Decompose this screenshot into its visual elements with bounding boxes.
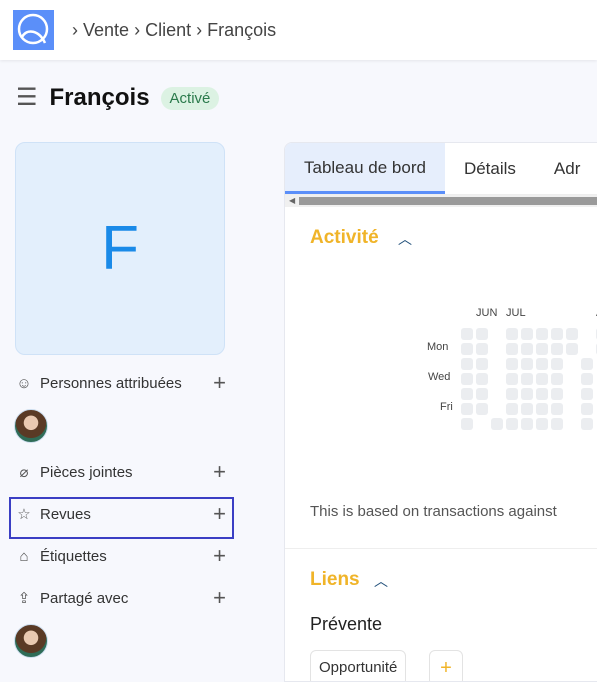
heatmap-cell[interactable] <box>581 403 593 415</box>
heatmap-cell[interactable] <box>521 373 533 385</box>
heatmap-cell[interactable] <box>476 358 488 370</box>
heatmap-cell[interactable] <box>551 388 563 400</box>
shared-user-avatar[interactable] <box>14 624 48 658</box>
heatmap-cell[interactable] <box>506 358 518 370</box>
heatmap-cell[interactable] <box>536 343 548 355</box>
tab-scrollbar[interactable]: ◀ <box>285 195 597 207</box>
tag-icon: ⌂ <box>19 547 29 565</box>
heatmap-cell[interactable] <box>521 418 533 430</box>
sidebar-shared: ⇪ Partagé avec + <box>14 585 226 611</box>
tab-bar: Tableau de bord Détails Adr <box>285 143 597 195</box>
heatmap-cell[interactable] <box>476 388 488 400</box>
heatmap-cell[interactable] <box>581 358 593 370</box>
heatmap-cell[interactable] <box>461 343 473 355</box>
day-label: Fri <box>440 401 453 413</box>
scrollbar-thumb[interactable] <box>299 197 597 205</box>
page-title: François <box>49 84 150 111</box>
day-label: Mon <box>427 341 449 353</box>
heatmap-cell[interactable] <box>536 418 548 430</box>
hamburger-menu-icon[interactable]: ☰ <box>16 84 38 112</box>
scroll-left-icon[interactable]: ◀ <box>289 195 295 207</box>
presale-heading: Prévente <box>310 614 383 634</box>
sidebar-assigned: ☺ Personnes attribuées + <box>14 370 226 396</box>
heatmap-cell[interactable] <box>491 418 503 430</box>
main-panel: Tableau de bord Détails Adr ◀ Activité ︿… <box>284 142 597 682</box>
heatmap-cell[interactable] <box>506 343 518 355</box>
tab-details[interactable]: Détails <box>445 143 535 194</box>
heatmap-cell[interactable] <box>506 388 518 400</box>
divider <box>285 548 597 549</box>
heatmap-cell[interactable] <box>551 373 563 385</box>
breadcrumb-vente[interactable]: Vente <box>83 20 129 40</box>
heatmap-cell[interactable] <box>536 373 548 385</box>
collapse-links-icon[interactable]: ︿ <box>374 571 388 591</box>
heatmap-cell[interactable] <box>521 343 533 355</box>
add-review-button[interactable]: + <box>213 501 226 527</box>
heatmap-cell[interactable] <box>551 358 563 370</box>
activity-note: This is based on transactions against <box>310 503 557 520</box>
heatmap-cell[interactable] <box>476 328 488 340</box>
add-opportunity-button[interactable]: + <box>429 650 463 681</box>
heatmap-cell[interactable] <box>461 418 473 430</box>
tab-address[interactable]: Adr <box>535 143 597 194</box>
status-badge: Activé <box>160 86 220 110</box>
heatmap-cell[interactable] <box>461 388 473 400</box>
heatmap-cell[interactable] <box>461 373 473 385</box>
star-icon: ☆ <box>17 506 31 523</box>
activity-heading: Activité <box>310 227 379 248</box>
opportunity-button[interactable]: Opportunité <box>310 650 407 681</box>
heatmap-cell[interactable] <box>551 418 563 430</box>
app-logo[interactable] <box>13 10 54 50</box>
heatmap-cell[interactable] <box>581 373 593 385</box>
heatmap-cell[interactable] <box>536 358 548 370</box>
add-share-button[interactable]: + <box>213 585 226 611</box>
heatmap-cell[interactable] <box>551 403 563 415</box>
heatmap-cell[interactable] <box>566 328 578 340</box>
heatmap-cell[interactable] <box>581 418 593 430</box>
breadcrumb-current[interactable]: François <box>207 20 276 40</box>
tab-dashboard[interactable]: Tableau de bord <box>285 143 445 194</box>
heatmap-cell[interactable] <box>521 388 533 400</box>
heatmap-cell[interactable] <box>536 388 548 400</box>
heatmap-cell[interactable] <box>506 373 518 385</box>
heatmap-cell[interactable] <box>506 418 518 430</box>
heatmap-cell[interactable] <box>581 388 593 400</box>
heatmap-cell[interactable] <box>506 403 518 415</box>
month-label: JUN <box>476 307 498 319</box>
heatmap-cell[interactable] <box>551 343 563 355</box>
sidebar-attachments: ⌀ Pièces jointes + <box>14 459 226 485</box>
heatmap-cell[interactable] <box>461 403 473 415</box>
top-bar: › Vente › Client › François <box>0 0 597 60</box>
day-label: Wed <box>428 371 451 383</box>
sidebar-tags: ⌂ Étiquettes + <box>14 543 226 569</box>
heatmap-cell[interactable] <box>476 373 488 385</box>
breadcrumb: › Vente › Client › François <box>72 20 277 40</box>
heatmap-cell[interactable] <box>536 328 548 340</box>
heatmap-cell[interactable] <box>521 328 533 340</box>
heatmap-cell[interactable] <box>521 403 533 415</box>
heatmap-cell[interactable] <box>536 403 548 415</box>
sidebar-reviews: ☆ Revues + <box>14 501 226 527</box>
user-add-icon: ☺ <box>16 374 32 392</box>
breadcrumb-client[interactable]: Client <box>145 20 191 40</box>
share-icon: ⇪ <box>17 590 31 607</box>
heatmap-cell[interactable] <box>476 343 488 355</box>
heatmap-cell[interactable] <box>551 328 563 340</box>
heatmap-cell[interactable] <box>461 328 473 340</box>
month-label: JUL <box>506 307 526 319</box>
record-image[interactable]: F <box>15 142 225 355</box>
heatmap-cell[interactable] <box>461 358 473 370</box>
assigned-user-avatar[interactable] <box>14 409 48 443</box>
heatmap-cell[interactable] <box>476 403 488 415</box>
heatmap-cell[interactable] <box>506 328 518 340</box>
collapse-activity-icon[interactable]: ︿ <box>398 229 412 249</box>
paperclip-icon: ⌀ <box>19 464 29 481</box>
add-tag-button[interactable]: + <box>213 543 226 569</box>
add-attachment-button[interactable]: + <box>213 459 226 485</box>
heatmap-cell[interactable] <box>566 343 578 355</box>
links-heading: Liens <box>310 569 360 590</box>
heatmap-cell[interactable] <box>521 358 533 370</box>
add-assigned-button[interactable]: + <box>213 370 226 396</box>
